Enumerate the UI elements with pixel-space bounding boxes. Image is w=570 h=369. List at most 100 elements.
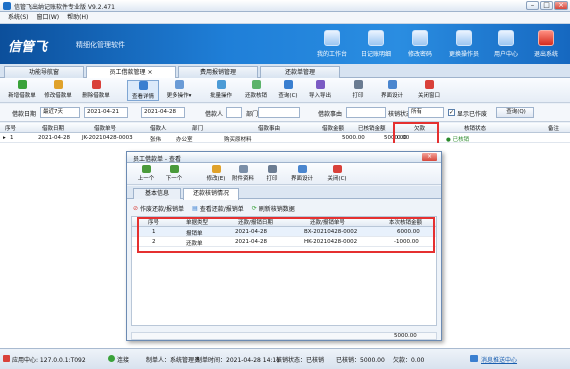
dept-label: 部门 <box>246 111 259 118</box>
refresh-icon: ⟳ <box>251 204 257 212</box>
owed-text: 欠款：0.00 <box>393 357 425 364</box>
close-icon <box>332 165 342 173</box>
dialog-toolbar: 上一个 下一个 修改(E) 附件资料 打印 界面设计 关闭(C) <box>127 163 441 185</box>
menu-window[interactable]: 窗口(W) <box>37 12 60 24</box>
repay-settle-button[interactable]: 还款核销 <box>240 80 272 101</box>
borrower-input[interactable] <box>226 107 242 118</box>
users-icon <box>456 30 472 46</box>
key-icon <box>412 30 428 46</box>
tab-close-icon[interactable]: × <box>147 69 152 76</box>
col-bill[interactable]: 借款单号 <box>94 124 116 132</box>
void-bill-button[interactable]: 作废还款/报销单 <box>140 204 184 213</box>
query-button[interactable]: 查询(C) <box>276 80 300 101</box>
cell-reason: 购买原材料 <box>224 136 252 143</box>
arrow-left-icon <box>141 165 151 173</box>
date-to-input[interactable]: 2021-04-28 <box>141 107 185 118</box>
make-time-text: 制单时间：2021-04-28 14:11 <box>196 357 281 364</box>
arrow-icon <box>174 80 184 89</box>
dept-input[interactable] <box>258 107 300 118</box>
cell-dept: 办公室 <box>176 136 193 143</box>
user-icon <box>498 30 514 46</box>
app-center-icon <box>3 355 10 362</box>
printer-icon <box>353 80 363 89</box>
exit-system-button[interactable]: 退出系统 <box>524 28 568 62</box>
menu-system[interactable]: 系统(S) <box>8 12 29 24</box>
edit-button[interactable]: 修改(E) <box>205 165 227 183</box>
layout-icon <box>387 80 397 89</box>
col-status[interactable]: 核销状态 <box>464 124 486 132</box>
col-amount[interactable]: 借款金额 <box>322 124 344 132</box>
cell-no: 1 <box>10 134 14 141</box>
maker-text: 制单人：系统管理员 <box>146 357 201 364</box>
show-voided-checkbox[interactable]: ✓ <box>448 109 455 116</box>
col-remark[interactable]: 备注 <box>548 124 559 132</box>
view-detail-button[interactable]: 查看详情 <box>127 80 159 101</box>
tab-basic-info[interactable]: 基本信息 <box>133 188 181 199</box>
reason-label: 借款事由 <box>318 111 343 118</box>
banner: 信管飞 精细化管理软件 我的工作台 日记账明细 修改密码 更换操作员 用户中心 … <box>0 24 570 64</box>
layout-icon <box>297 165 307 173</box>
view-icon: ▤ <box>192 204 198 212</box>
dropdown-icon: ▾ <box>188 93 192 99</box>
print-button[interactable]: 打印 <box>347 80 369 101</box>
dialog-close-button[interactable]: × <box>422 153 437 161</box>
window-title: 信管飞出纳记账软件专业版 V9.2.471 <box>14 4 115 11</box>
cell-status: ● 已核销 <box>446 136 470 143</box>
tab-repay-settle[interactable]: 还款核销情况 <box>183 188 239 200</box>
date-range-select[interactable]: 最近7天 <box>40 107 80 118</box>
view-bill-button[interactable]: 查看还款/报销单 <box>200 204 244 213</box>
tab-navigation[interactable]: 功能导航窗 <box>4 66 84 78</box>
change-password-button[interactable]: 修改密码 <box>398 28 442 62</box>
import-export-button[interactable]: 导入导出 <box>305 80 335 101</box>
table-row[interactable]: ▸ 1 2021-04-28 JK-20210428-0003 张伟 办公室 购… <box>0 133 570 143</box>
main-toolbar: 新增借款单 修改借款单 删除借款单 查看详情 更多操作▾ 批量操作 还款核销 查… <box>0 78 570 103</box>
new-loan-button[interactable]: 新增借款单 <box>6 80 38 101</box>
dialog-title-bar: 员工借款单 - 查看 × <box>127 152 441 163</box>
batch-actions-button[interactable]: 批量操作 <box>205 80 237 101</box>
monitor-icon <box>324 30 340 46</box>
col-no[interactable]: 序号 <box>5 124 16 132</box>
search-icon <box>283 80 293 89</box>
filter-bar: 借款日期 最近7天 2021-04-21 2021-04-28 借款人 部门 借… <box>0 104 570 122</box>
prev-button[interactable]: 上一个 <box>135 165 157 183</box>
batch-icon <box>216 80 226 89</box>
close-window-button[interactable]: × <box>554 1 568 10</box>
status-select[interactable]: 所有 <box>408 107 444 118</box>
user-center-button[interactable]: 用户中心 <box>484 28 528 62</box>
journal-detail-button[interactable]: 日记账明细 <box>354 28 398 62</box>
message-center-link[interactable]: 消息推送中心 <box>481 355 517 364</box>
switch-operator-button[interactable]: 更换操作员 <box>442 28 486 62</box>
more-actions-button[interactable]: 更多操作▾ <box>162 80 196 101</box>
delete-icon <box>91 80 101 89</box>
workbench-button[interactable]: 我的工作台 <box>310 28 354 62</box>
maximize-button[interactable]: □ <box>540 1 553 10</box>
app-logo-icon <box>3 2 11 10</box>
reason-input[interactable] <box>346 107 386 118</box>
col-dept[interactable]: 部门 <box>192 124 203 132</box>
query-submit-button[interactable]: 查询(Q) <box>496 107 534 118</box>
dialog-print-button[interactable]: 打印 <box>261 165 283 183</box>
edit-loan-button[interactable]: 修改借款单 <box>40 80 76 101</box>
close-window-tool-button[interactable]: 关闭窗口 <box>414 80 444 101</box>
col-person[interactable]: 借款人 <box>150 124 167 132</box>
dialog-close-tool-button[interactable]: 关闭(C) <box>325 165 349 183</box>
col-settled[interactable]: 已核销金额 <box>358 124 386 132</box>
delete-loan-button[interactable]: 删除借款单 <box>78 80 114 101</box>
brand-logo: 信管飞 <box>8 40 48 55</box>
col-reason[interactable]: 借款事由 <box>258 124 280 132</box>
paperclip-icon <box>238 165 248 173</box>
attachments-button[interactable]: 附件资料 <box>230 165 256 183</box>
layout-design-button[interactable]: 界面设计 <box>377 80 407 101</box>
connection-icon <box>108 355 115 362</box>
tab-expense-report[interactable]: 费用报销管理 <box>178 66 258 78</box>
next-button[interactable]: 下一个 <box>163 165 185 183</box>
minimize-button[interactable]: – <box>526 1 539 10</box>
col-date[interactable]: 借款日期 <box>42 124 64 132</box>
menu-help[interactable]: 帮助(H) <box>67 12 88 24</box>
date-from-input[interactable]: 2021-04-21 <box>84 107 128 118</box>
tab-repayment[interactable]: 还款单管理 <box>260 66 340 78</box>
cell-person: 张伟 <box>150 136 162 143</box>
connection-text: 连接 <box>117 357 130 364</box>
dialog-layout-button[interactable]: 界面设计 <box>289 165 315 183</box>
refresh-button[interactable]: 刷新核销数据 <box>259 204 295 213</box>
